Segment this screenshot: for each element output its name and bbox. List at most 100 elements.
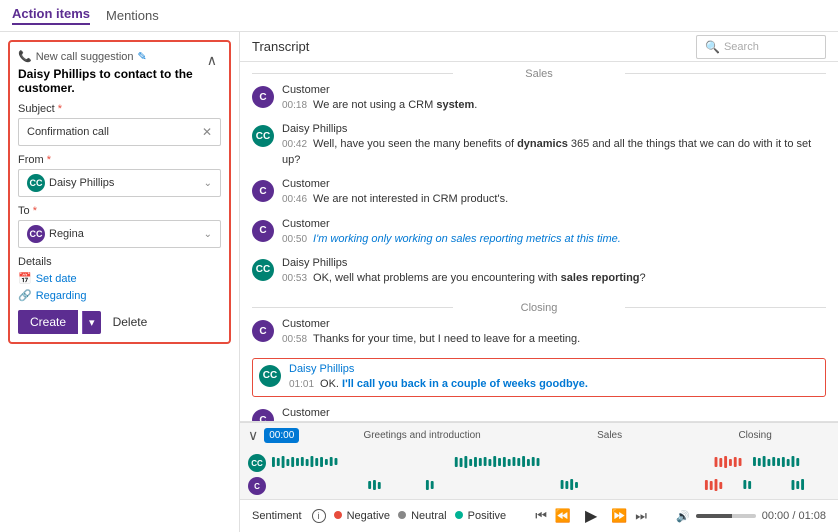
msg-text: 00:18We are not using a CRM system. [282, 98, 826, 113]
current-time-badge: 00:00 [264, 428, 299, 443]
play-button[interactable]: ▶ [579, 504, 603, 528]
to-avatar: CC [27, 225, 45, 243]
collapse-suggestion-icon[interactable]: ∧ [203, 50, 221, 71]
search-box[interactable]: 🔍 Search [696, 35, 826, 59]
from-dropdown-row: CC Daisy Phillips ⌄ [27, 174, 212, 192]
transcript-header: Transcript 🔍 Search [240, 32, 838, 62]
volume-section: 🔊 00:00 / 01:08 [676, 510, 826, 523]
to-dropdown-row: CC Regina ⌄ [27, 225, 212, 243]
suggestion-title: Daisy Phillips to contact to the custome… [18, 67, 203, 95]
tab-bar: Action items Mentions [0, 0, 838, 32]
volume-icon[interactable]: 🔊 [676, 510, 690, 523]
right-panel: Transcript 🔍 Search Sales C Customer 00:… [240, 32, 838, 532]
msg-content: Customer 00:58Thanks for your time, but … [282, 318, 826, 347]
sentiment-legend: Sentiment i Negative Neutral Positive [252, 509, 506, 523]
transcript-entry: C Customer 00:58Thanks for your time, bu… [252, 318, 826, 347]
sales-section-label: Sales [252, 62, 826, 84]
avatar-customer-3: C [252, 220, 274, 242]
msg-content: Customer 00:46We are not interested in C… [282, 178, 826, 207]
track-avatar-customer: C [248, 477, 266, 495]
rewind-button[interactable]: ⏪ [555, 508, 571, 524]
delete-button[interactable]: Delete [105, 310, 156, 334]
positive-label: Positive [468, 510, 507, 522]
calendar-icon: 📅 [18, 272, 32, 285]
regarding-link[interactable]: 🔗 Regarding [18, 289, 221, 302]
transcript-entry: C Customer 00:50I'm working only working… [252, 218, 826, 247]
create-button[interactable]: Create [18, 310, 78, 334]
subject-label: Subject * [18, 103, 221, 115]
to-chevron-icon: ⌄ [204, 229, 212, 240]
collapse-timeline-button[interactable]: ∨ [248, 427, 258, 444]
from-chevron-icon: ⌄ [204, 178, 212, 189]
to-label: To * [18, 205, 221, 217]
clear-subject-icon[interactable]: ✕ [202, 125, 212, 139]
track-avatar-daisy: CC [248, 454, 266, 472]
label-closing: Closing [738, 430, 771, 441]
waveform-tracks: CC [240, 448, 838, 499]
msg-text: 00:42Well, have you seen the many benefi… [282, 137, 826, 168]
transcript-body[interactable]: Sales C Customer 00:18We are not using a… [240, 62, 838, 421]
msg-speaker: Customer [282, 84, 826, 96]
avatar-customer-2: C [252, 180, 274, 202]
transcript-title: Transcript [252, 39, 309, 54]
transcript-entry: C Customer 00:46We are not interested in… [252, 178, 826, 207]
msg-content: Customer 00:50I'm working only working o… [282, 218, 826, 247]
edit-icon[interactable]: ✎ [138, 50, 147, 63]
avatar-daisy-3: CC [259, 365, 281, 387]
highlighted-transcript-entry: CC Daisy Phillips 01:01OK. I'll call you… [252, 358, 826, 397]
transcript-entry: C Customer 01:05Bye, I. [252, 407, 826, 421]
from-group: From * CC Daisy Phillips ⌄ [18, 154, 221, 197]
label-sales: Sales [597, 430, 622, 441]
to-group: To * CC Regina ⌄ [18, 205, 221, 248]
transcript-entry: CC Daisy Phillips 00:53OK, well what pro… [252, 257, 826, 286]
msg-speaker: Customer [282, 218, 826, 230]
msg-text: 00:53OK, well what problems are you enco… [282, 271, 826, 286]
from-label: From * [18, 154, 221, 166]
call-suggestion-box: 📞 New call suggestion ✎ Daisy Phillips t… [8, 40, 231, 344]
suggestion-top-row: 📞 New call suggestion ✎ Daisy Phillips t… [18, 50, 221, 103]
transcript-entry: C Customer 00:18We are not using a CRM s… [252, 84, 826, 113]
create-button-label: Create [30, 315, 66, 329]
msg-content: Daisy Phillips 01:01OK. I'll call you ba… [289, 363, 819, 392]
phone-icon: 📞 [18, 50, 32, 63]
create-dropdown-button[interactable]: ▾ [82, 311, 101, 334]
skip-to-end-button[interactable]: ⏭ [635, 508, 647, 524]
playback-controls: ⏮ ⏪ ▶ ⏩ ⏭ [535, 504, 647, 528]
daisy-waveform [272, 456, 830, 468]
subject-group: Subject * Confirmation call ✕ [18, 103, 221, 146]
avatar-customer-5: C [252, 409, 274, 421]
msg-speaker: Customer [282, 407, 826, 419]
bottom-bar: ∨ 00:00 Greetings and introduction Sales… [240, 421, 838, 532]
msg-speaker: Daisy Phillips [282, 257, 826, 269]
main-layout: 📞 New call suggestion ✎ Daisy Phillips t… [0, 32, 838, 532]
action-row: Create ▾ Delete [18, 310, 221, 334]
msg-speaker: Daisy Phillips [289, 363, 819, 375]
msg-content: Daisy Phillips 00:42Well, have you seen … [282, 123, 826, 168]
search-icon: 🔍 [705, 40, 720, 54]
suggestion-header: 📞 New call suggestion ✎ [18, 50, 203, 63]
set-date-link[interactable]: 📅 Set date [18, 272, 221, 285]
avatar-customer-4: C [252, 320, 274, 342]
regarding-icon: 🔗 [18, 289, 32, 302]
msg-content: Customer 01:05Bye, I. [282, 407, 826, 421]
tab-mentions[interactable]: Mentions [106, 8, 159, 23]
sentiment-info-icon[interactable]: i [312, 509, 326, 523]
volume-slider[interactable] [696, 514, 756, 518]
negative-label: Negative [347, 510, 390, 522]
tab-action-items[interactable]: Action items [12, 6, 90, 25]
from-input[interactable]: CC Daisy Phillips ⌄ [18, 169, 221, 197]
controls-bar: Sentiment i Negative Neutral Positive [240, 499, 838, 532]
subject-input[interactable]: Confirmation call ✕ [18, 118, 221, 146]
msg-content: Customer 00:18We are not using a CRM sys… [282, 84, 826, 113]
transcript-entry: CC Daisy Phillips 00:42Well, have you se… [252, 123, 826, 168]
msg-text: 00:58Thanks for your time, but I need to… [282, 332, 826, 347]
label-greetings: Greetings and introduction [363, 430, 480, 441]
to-input[interactable]: CC Regina ⌄ [18, 220, 221, 248]
closing-section-label: Closing [252, 296, 826, 318]
skip-to-start-button[interactable]: ⏮ [535, 508, 547, 524]
customer-waveform [272, 479, 830, 491]
details-section: Details 📅 Set date 🔗 Regarding [18, 256, 221, 302]
msg-content: Daisy Phillips 00:53OK, well what proble… [282, 257, 826, 286]
msg-speaker: Daisy Phillips [282, 123, 826, 135]
fast-forward-button[interactable]: ⏩ [611, 508, 627, 524]
